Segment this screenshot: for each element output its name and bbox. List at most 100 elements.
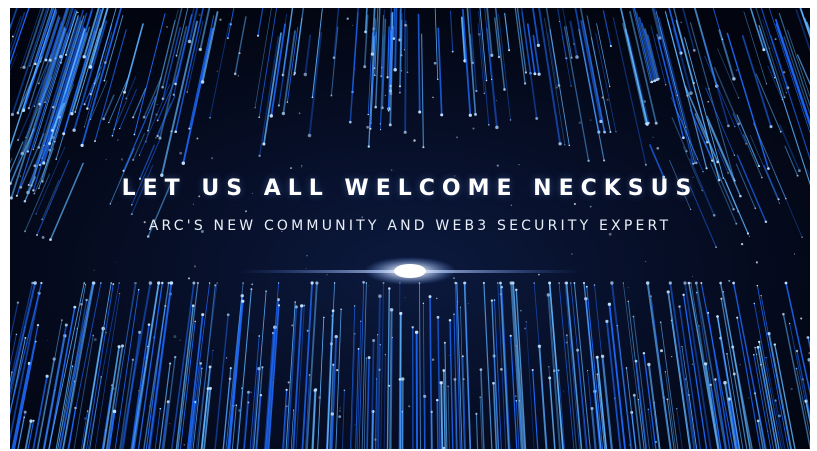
streak-tip: [454, 281, 457, 285]
dust-speck: [520, 309, 522, 312]
dust-speck: [11, 35, 14, 38]
dust-speck: [739, 364, 741, 366]
streak-tip: [134, 282, 136, 284]
dust-speck: [117, 139, 119, 141]
streak-tip: [208, 365, 212, 369]
streak-tip: [123, 90, 126, 94]
dust-speck: [105, 430, 107, 432]
streak-tip: [308, 374, 311, 376]
streak-tip: [393, 67, 397, 72]
dust-speck: [558, 20, 560, 22]
dust-speck: [179, 151, 183, 155]
streak-tip: [386, 76, 389, 79]
streak-tip: [508, 49, 511, 52]
dust-speck: [80, 302, 83, 306]
streak-tip: [384, 353, 387, 356]
dust-speck: [112, 387, 115, 391]
streak-tip: [637, 398, 639, 401]
streak-tip: [365, 357, 367, 359]
streak-tip: [782, 312, 785, 316]
streak-tip: [737, 97, 740, 99]
streak-tip: [227, 37, 229, 39]
streak-tip: [733, 154, 736, 156]
streak-tip: [34, 62, 37, 66]
streak-tip: [92, 334, 95, 337]
light-streak: [415, 331, 419, 449]
streak-tip: [422, 146, 425, 149]
dust-speck: [198, 13, 201, 17]
dust-speck: [524, 327, 527, 330]
streak-tip: [156, 119, 159, 122]
streak-tip: [132, 158, 135, 161]
streak-tip: [137, 288, 140, 291]
dust-speck: [457, 301, 459, 303]
streak-tip: [767, 332, 771, 336]
streak-tip: [310, 281, 314, 285]
streak-tip: [565, 334, 568, 337]
streak-tip: [83, 103, 86, 106]
streak-tip: [533, 72, 537, 76]
dust-speck: [728, 279, 731, 282]
streak-tip: [262, 142, 266, 146]
streak-tip: [711, 159, 714, 162]
dust-speck: [41, 235, 45, 239]
streak-tip: [89, 92, 92, 96]
dust-speck: [538, 273, 540, 276]
streak-tip: [647, 362, 651, 367]
streak-tip: [130, 203, 133, 206]
streak-tip: [132, 116, 135, 119]
dust-speck: [251, 283, 254, 286]
streak-tip: [495, 125, 499, 130]
streak-tip: [389, 84, 392, 87]
dust-speck: [496, 164, 499, 167]
streak-tip: [644, 163, 647, 166]
dust-speck: [219, 18, 222, 21]
streak-tip: [102, 117, 105, 121]
streak-tip: [632, 315, 635, 318]
streak-tip: [599, 119, 603, 124]
streak-tip: [343, 389, 346, 392]
streak-tip: [257, 367, 261, 371]
dust-speck: [318, 396, 322, 399]
streak-tip: [436, 78, 439, 81]
dust-speck: [573, 202, 576, 206]
streak-tip: [258, 116, 261, 119]
streak-tip: [311, 96, 314, 99]
streak-tip: [645, 281, 650, 285]
streak-tip: [773, 343, 776, 346]
streak-tip: [300, 304, 304, 308]
dust-speck: [452, 277, 455, 280]
streak-tip: [329, 342, 334, 346]
dust-speck: [192, 203, 195, 205]
streak-tip: [119, 128, 121, 130]
dust-speck: [245, 210, 247, 213]
streak-tip: [499, 281, 502, 285]
streak-tip: [33, 164, 37, 168]
dust-speck: [589, 205, 592, 208]
dust-speck: [378, 368, 381, 371]
streak-tip: [490, 78, 493, 81]
dust-speck: [169, 423, 171, 425]
streak-tip: [632, 393, 636, 397]
streak-tip: [36, 323, 40, 327]
streak-tip: [492, 381, 495, 385]
streak-tip: [314, 388, 318, 392]
dust-speck: [354, 424, 356, 426]
streak-tip: [186, 91, 188, 93]
dust-speck: [571, 253, 573, 255]
dust-speck: [336, 368, 339, 372]
dust-speck: [732, 372, 736, 376]
dust-speck: [368, 285, 370, 287]
streak-tip: [487, 123, 490, 126]
dust-speck: [152, 336, 155, 339]
streak-tip: [258, 335, 261, 337]
streak-tip: [209, 116, 211, 119]
streak-tip: [714, 378, 717, 381]
streak-tip: [35, 213, 37, 215]
streak-tip: [86, 410, 89, 412]
streak-tip: [582, 281, 586, 285]
streak-tip: [377, 334, 379, 336]
dust-speck: [768, 47, 771, 50]
dust-speck: [250, 391, 252, 393]
streak-tip: [348, 120, 352, 124]
